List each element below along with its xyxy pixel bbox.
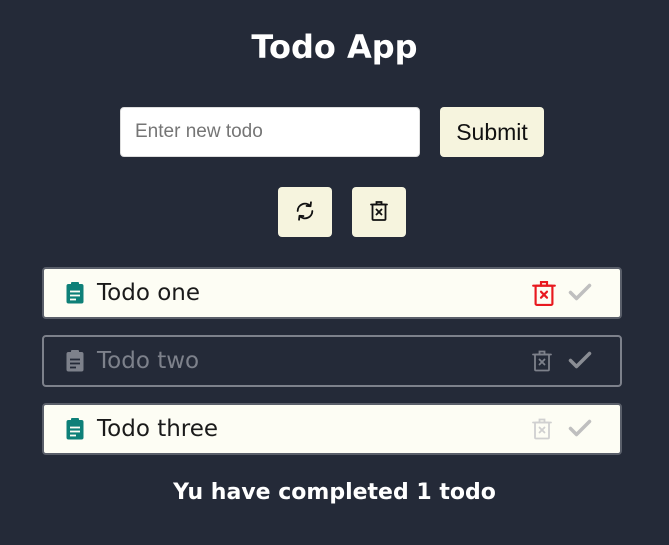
page-title: Todo App — [251, 28, 418, 66]
complete-todo-button[interactable] — [568, 282, 592, 306]
complete-todo-button[interactable] — [568, 418, 592, 442]
clipboard-icon — [66, 282, 84, 308]
trash-x-icon — [369, 200, 389, 225]
todo-text: Todo one — [97, 280, 200, 306]
delete-todo-button[interactable] — [532, 350, 552, 376]
todo-item[interactable]: Todo one — [42, 267, 622, 319]
delete-todo-button[interactable] — [532, 418, 552, 444]
refresh-button[interactable] — [278, 187, 332, 237]
clear-completed-button[interactable] — [352, 187, 406, 237]
todo-app: Todo App Submit — [0, 0, 669, 545]
delete-todo-button[interactable] — [532, 280, 556, 311]
todo-text: Todo three — [97, 416, 219, 442]
clipboard-icon — [66, 418, 84, 444]
todo-item[interactable]: Todo three — [42, 403, 622, 455]
complete-todo-button[interactable] — [568, 350, 592, 374]
new-todo-input[interactable] — [120, 107, 420, 157]
submit-button[interactable]: Submit — [440, 107, 544, 157]
todo-item[interactable]: Todo two — [42, 335, 622, 387]
todo-text: Todo two — [97, 348, 200, 374]
clipboard-icon — [66, 350, 84, 376]
completed-summary: Yu have completed 1 todo — [173, 480, 496, 505]
refresh-icon — [294, 200, 316, 225]
